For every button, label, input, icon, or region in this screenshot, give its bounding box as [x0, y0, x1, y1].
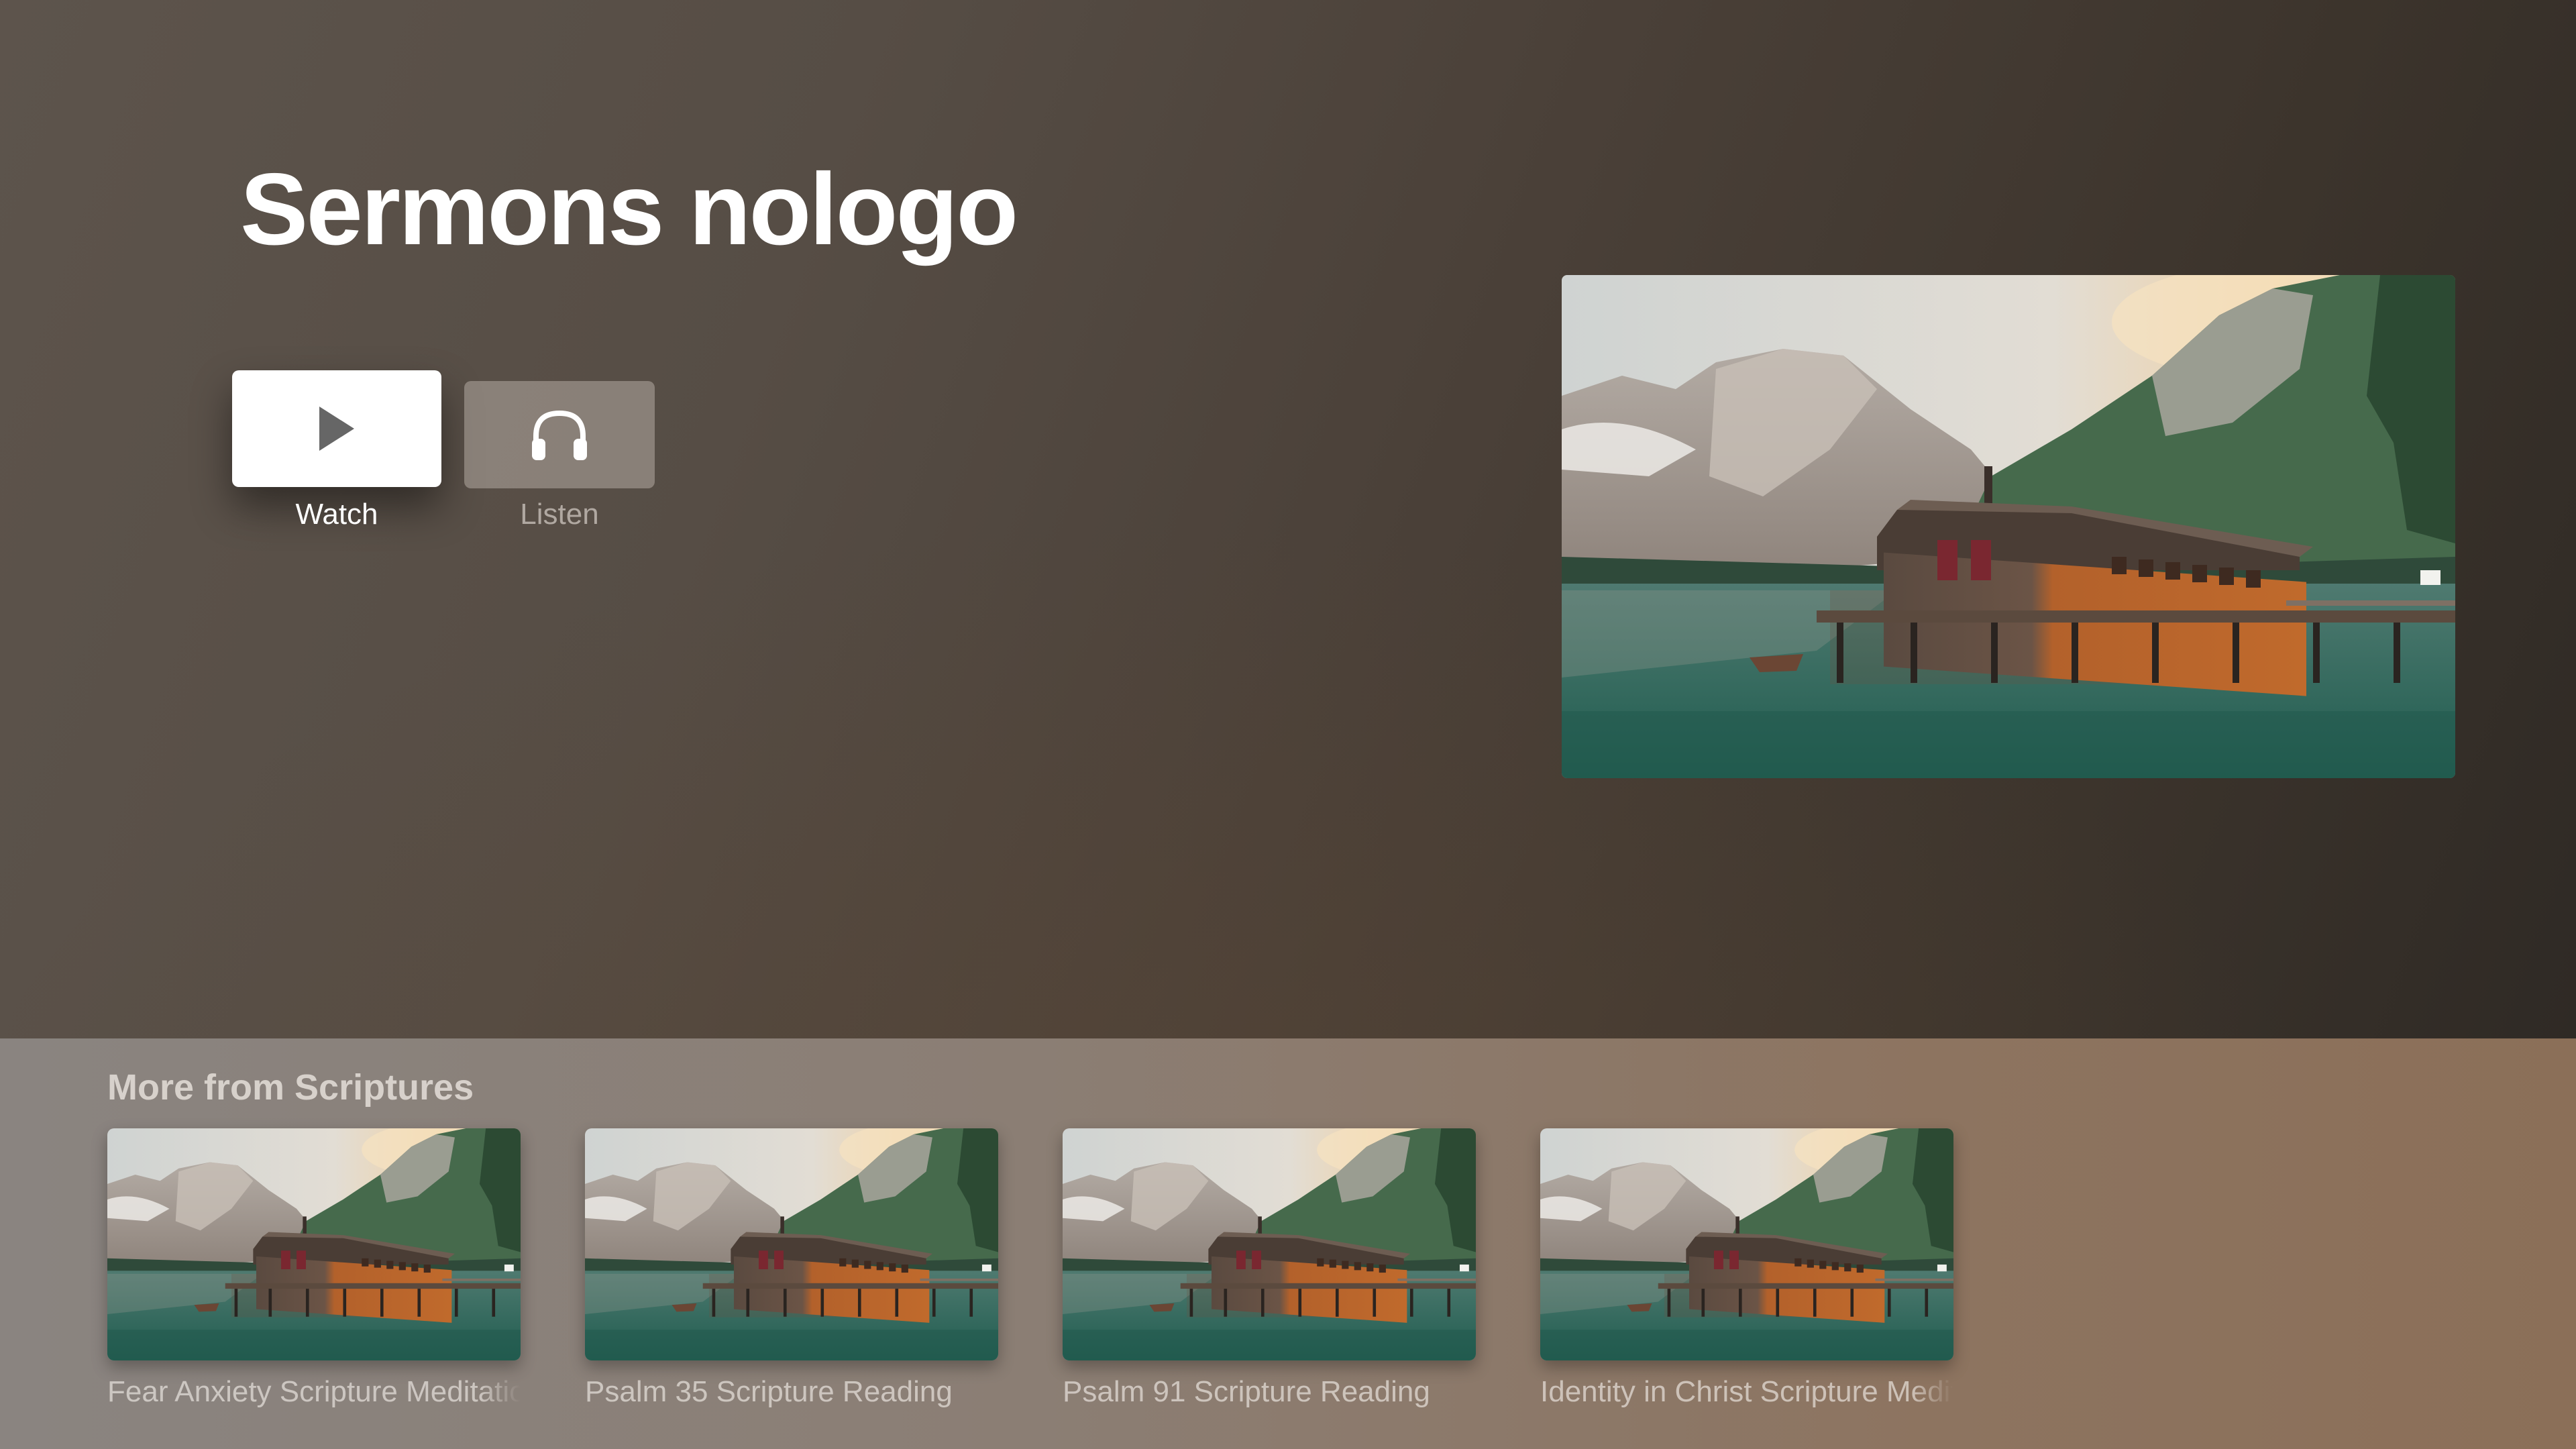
- shelf-item-thumbnail[interactable]: [1063, 1128, 1476, 1360]
- shelf-item-title: Fear Anxiety Scripture Meditation: [107, 1375, 521, 1408]
- listen-button-label: Listen: [520, 498, 599, 531]
- headphones-icon: [532, 410, 587, 460]
- shelf-item-title: Psalm 35 Scripture Reading: [585, 1375, 953, 1408]
- shelf-item[interactable]: Fear Anxiety Scripture Meditation: [107, 1128, 521, 1409]
- listen-button[interactable]: [464, 381, 655, 488]
- shelf-title: More from Scriptures: [107, 1067, 474, 1108]
- shelf-item[interactable]: Psalm 91 Scripture Reading: [1063, 1128, 1476, 1409]
- shelf-item-title: Psalm 91 Scripture Reading: [1063, 1375, 1430, 1408]
- hero-artwork: [1562, 275, 2455, 778]
- shelf-item[interactable]: Identity in Christ Scripture Meditation: [1540, 1128, 1953, 1409]
- shelf-item-thumbnail[interactable]: [585, 1128, 998, 1360]
- shelf-item-thumbnail[interactable]: [107, 1128, 521, 1360]
- play-icon: [319, 407, 354, 451]
- shelf-item[interactable]: Psalm 35 Scripture Reading: [585, 1128, 998, 1409]
- watch-button-label: Watch: [295, 498, 378, 531]
- shelf-item-thumbnail[interactable]: [1540, 1128, 1953, 1360]
- shelf-item-title: Identity in Christ Scripture Meditation: [1540, 1375, 1953, 1408]
- page-title: Sermons nologo: [240, 152, 1018, 266]
- watch-button[interactable]: [232, 370, 441, 487]
